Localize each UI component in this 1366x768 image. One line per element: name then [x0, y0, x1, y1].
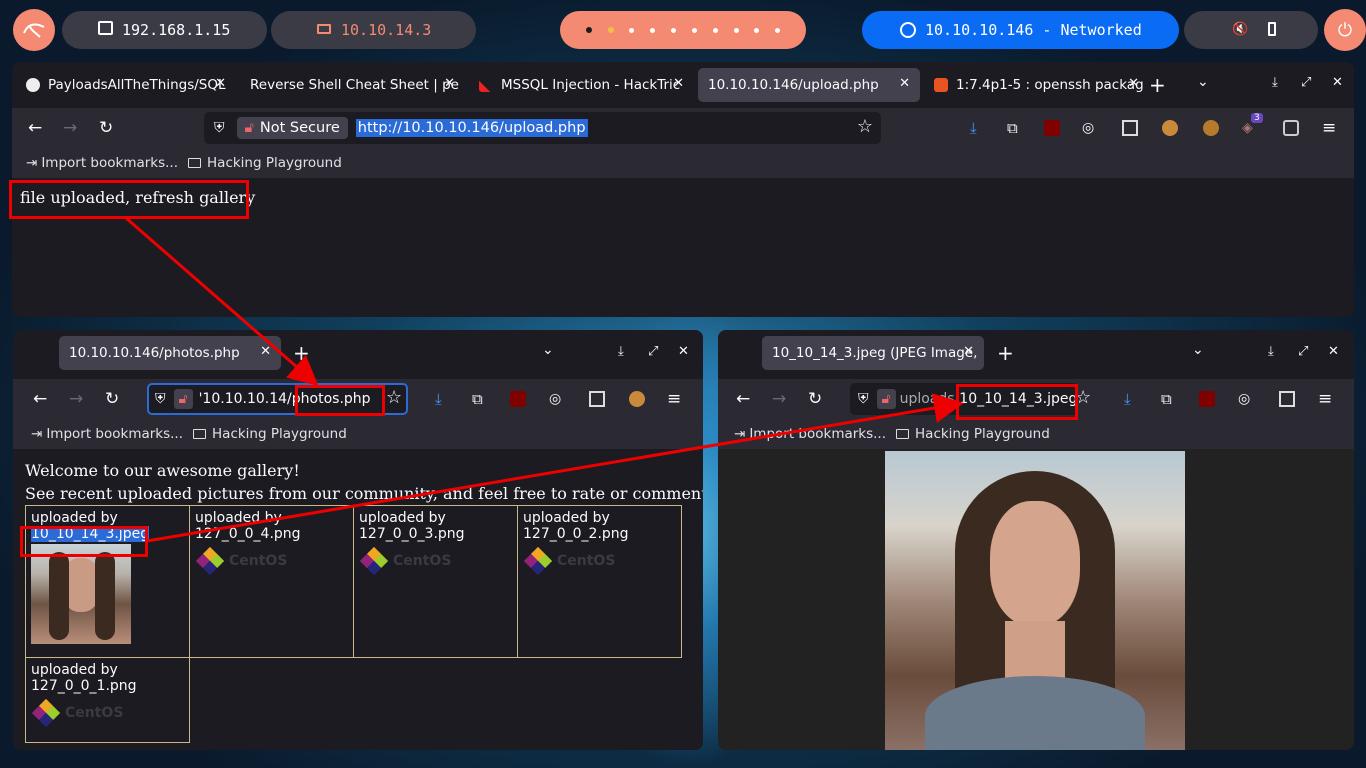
arrow-filename-to-image — [146, 393, 964, 543]
annotation-arrows — [125, 216, 964, 543]
arrow-upload-to-photos — [125, 216, 319, 386]
